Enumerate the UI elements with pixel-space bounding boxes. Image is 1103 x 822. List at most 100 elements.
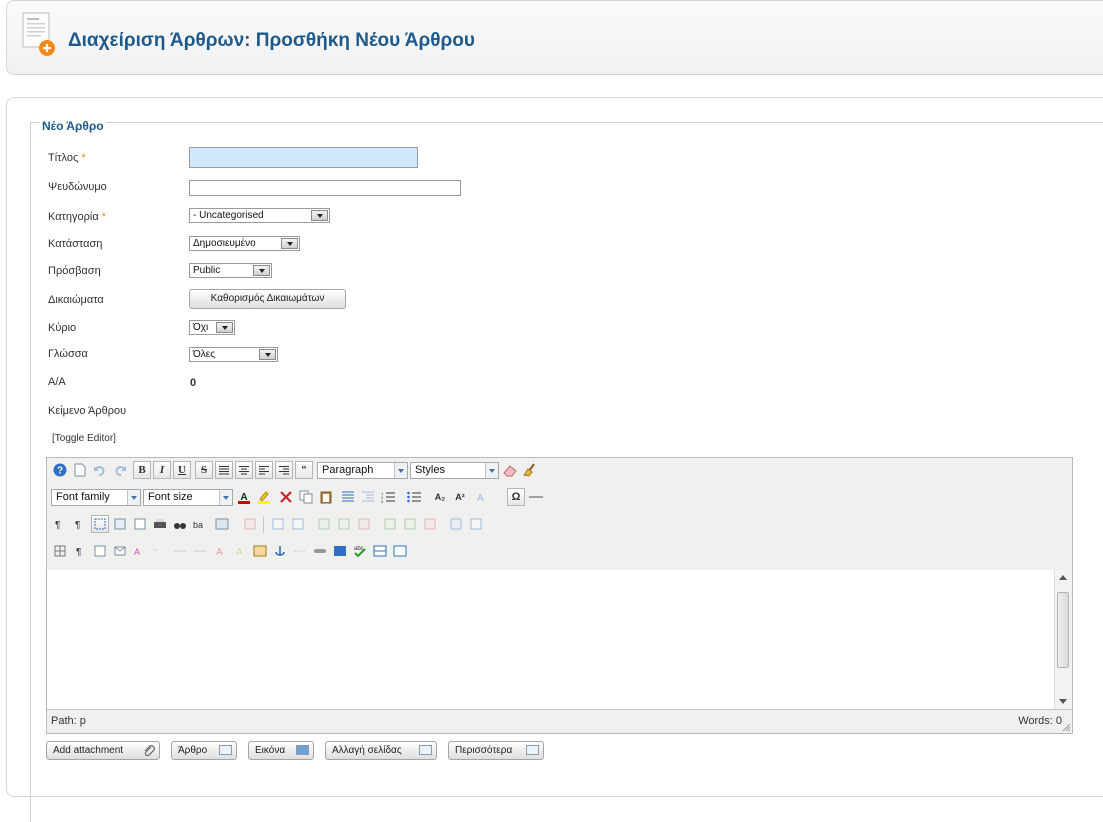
source-code-button[interactable] [131,515,149,533]
insert-pagebreak-button[interactable]: Αλλαγή σελίδας [325,741,437,760]
blockquote-button[interactable]: “ [295,461,313,479]
unordered-list-button[interactable] [405,488,423,506]
split-cells-button[interactable] [447,515,465,533]
align-justify-button[interactable] [215,461,233,479]
language-select[interactable]: Όλες [189,347,278,362]
category-select[interactable]: - Uncategorised [189,208,330,223]
align-left-button[interactable] [255,461,273,479]
email-button[interactable] [111,542,129,560]
print-button[interactable] [151,515,169,533]
link-button[interactable] [311,542,329,560]
outdent-button[interactable] [359,488,377,506]
ltr-button[interactable]: ¶ [51,515,69,533]
paste-button[interactable] [317,488,335,506]
strikethrough-button[interactable]: S [195,461,213,479]
styles-select[interactable]: Styles [410,462,499,479]
replace-button[interactable]: ba [191,515,209,533]
redo-button[interactable] [111,461,129,479]
scroll-down-icon[interactable] [1059,699,1067,704]
title-input[interactable] [189,147,418,168]
merge-cells-button[interactable] [467,515,485,533]
styleprops-button[interactable]: A [131,542,149,560]
subscript-button[interactable]: A₂ [431,488,449,506]
insert-readmore-button[interactable]: Περισσότερα [448,741,544,760]
find-button[interactable] [171,515,189,533]
insert-article-button[interactable]: Άρθρο [171,741,237,760]
absolute-button[interactable] [391,542,409,560]
align-right-button[interactable] [275,461,293,479]
fullscreen-button[interactable] [91,515,109,533]
format-select[interactable]: Paragraph [317,462,408,479]
underline-button[interactable]: U [173,461,191,479]
scroll-thumb[interactable] [1057,592,1069,668]
rtl-button[interactable]: ¶ [71,515,89,533]
image-manager-button[interactable] [331,542,349,560]
nonbreaking-button[interactable] [271,542,289,560]
align-justify-2-button[interactable] [339,488,357,506]
table-button[interactable] [269,515,287,533]
preview-button[interactable] [111,515,129,533]
font-family-select[interactable]: Font family [51,489,141,506]
insert-image-button[interactable] [213,515,231,533]
add-attachment-button[interactable]: Add attachment [46,741,160,760]
show-blocks-button[interactable]: ¶ [71,542,89,560]
status-select[interactable]: Δημοσιευμένο [189,236,300,251]
insert-image-button-bottom[interactable]: Εικόνα [248,741,314,760]
replace-icon: ba [193,520,203,530]
table-props-button[interactable] [289,515,307,533]
highlight-color-button[interactable] [255,488,273,506]
acronym-button[interactable] [191,542,209,560]
cut-button[interactable] [277,488,295,506]
access-select[interactable]: Public [189,263,272,278]
bold-button[interactable]: B [133,461,151,479]
attributes-button[interactable] [251,542,269,560]
set-permissions-button[interactable]: Καθορισμός Δικαιωμάτων [189,289,346,309]
clear-formatting-button[interactable] [501,461,519,479]
cite-button[interactable]: “” [151,542,169,560]
new-document-button[interactable] [71,461,89,479]
insert-row-before-button[interactable] [315,515,333,533]
scroll-up-icon[interactable] [1059,575,1067,580]
undo-button[interactable] [91,461,109,479]
abbr-button[interactable] [171,542,189,560]
featured-select[interactable]: Όχι [189,320,235,335]
italic-button[interactable]: I [153,461,171,479]
template-button[interactable] [91,542,109,560]
superscript-button[interactable]: A² [451,488,469,506]
ins-button[interactable]: A [231,542,249,560]
style-icon: A [134,547,140,557]
image-icon [215,518,229,530]
svg-text:¶: ¶ [76,547,81,557]
align-center-button[interactable] [235,461,253,479]
svg-text:ba: ba [193,520,203,530]
layer-button[interactable] [371,542,389,560]
resize-handle-icon[interactable] [1062,723,1071,732]
ordered-list-button[interactable]: 123 [379,488,397,506]
del-button[interactable]: A [211,542,229,560]
grid-icon [54,545,66,557]
visual-aid-button[interactable] [51,542,69,560]
spellcheck-button[interactable]: abc [351,542,369,560]
text-color-button[interactable]: A [235,488,253,506]
insert-col-after-button[interactable] [401,515,419,533]
special-char-button[interactable]: Ω [507,488,525,506]
del-icon: A [216,547,223,557]
character-map-dim-button[interactable]: A [473,488,491,506]
horizontal-rule-button[interactable] [527,488,545,506]
delete-row-button[interactable] [355,515,373,533]
font-size-select[interactable]: Font size [143,489,233,506]
insert-row-after-button[interactable] [335,515,353,533]
cleanup-button[interactable] [521,461,539,479]
template-icon [94,545,106,557]
editor-content-area[interactable] [47,570,1072,710]
toggle-editor-link[interactable]: [Toggle Editor] [52,433,116,444]
pagebreak-button[interactable] [291,542,309,560]
delete-col-button[interactable] [421,515,439,533]
alias-input[interactable] [189,180,461,196]
insert-col-before-button[interactable] [381,515,399,533]
media-button[interactable] [241,515,259,533]
help-button[interactable]: ? [51,461,69,479]
copy-button[interactable] [297,488,315,506]
pagebreak-icon [294,550,306,552]
editor-scrollbar[interactable] [1054,570,1072,710]
